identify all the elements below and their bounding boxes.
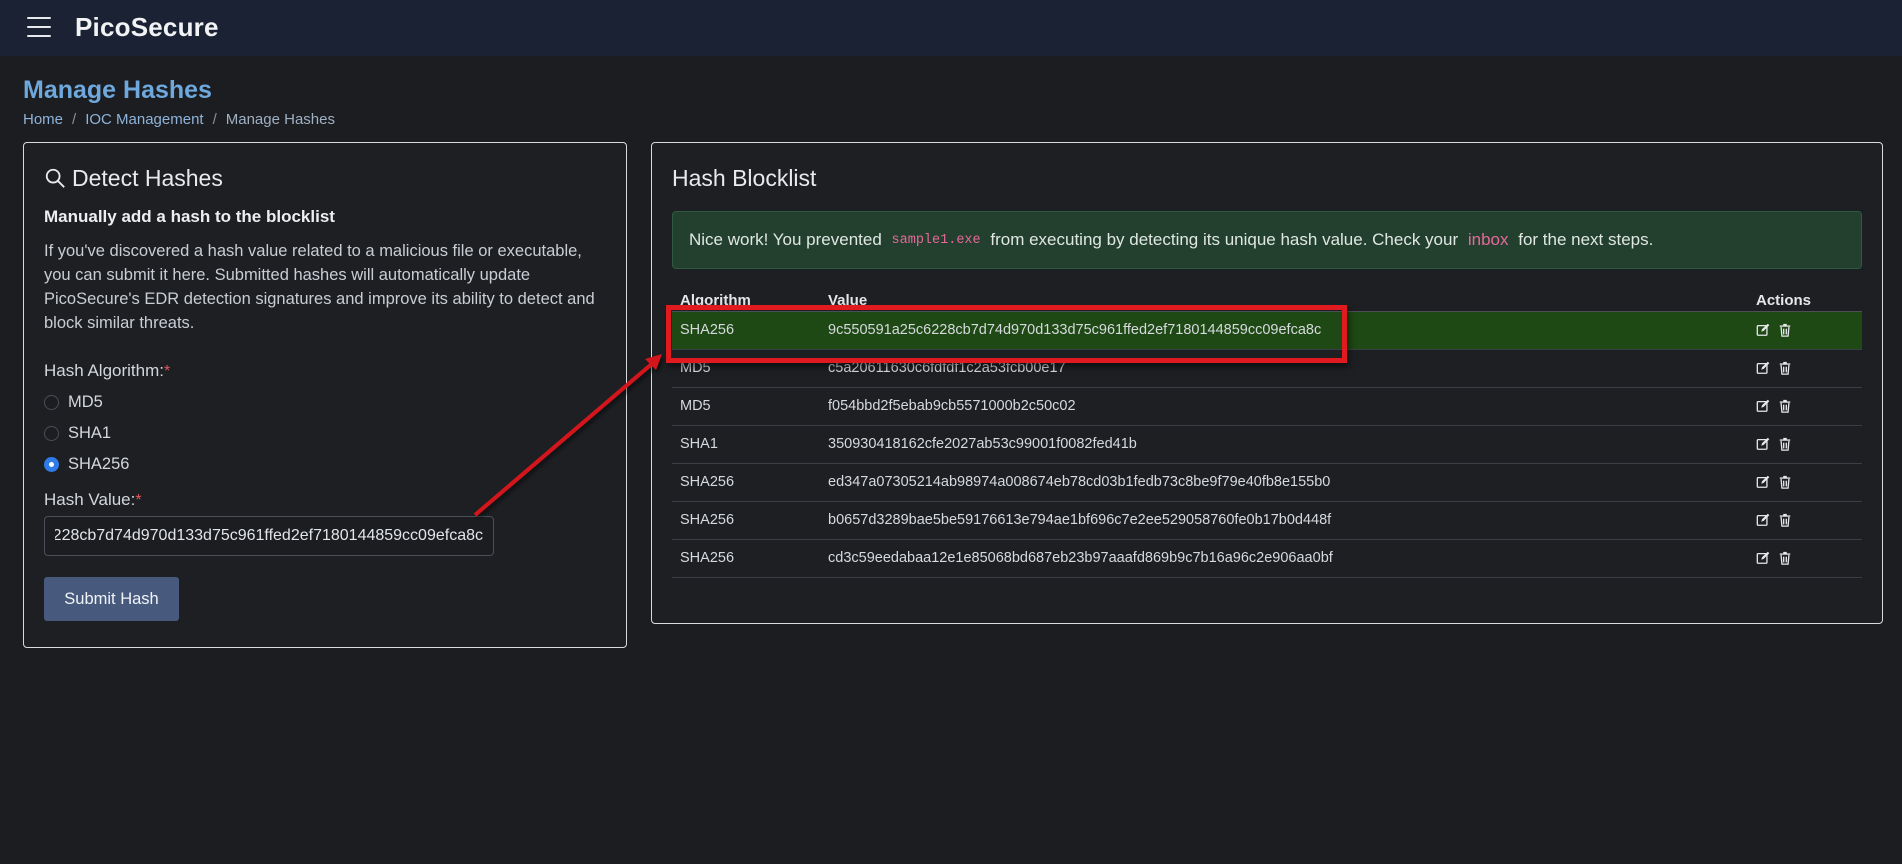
edit-icon[interactable]: [1756, 323, 1770, 337]
edit-icon[interactable]: [1756, 475, 1770, 489]
cell-hash-value: b0657d3289bae5be59176613e794ae1bf696c7e2…: [820, 501, 1748, 540]
table-row: SHA1 350930418162cfe2027ab53c99001f0082fe…: [672, 425, 1862, 464]
alert-filename: sample1.exe: [891, 232, 981, 248]
page-header: Manage Hashes Home / IOC Management / Ma…: [23, 76, 335, 128]
column-header-algorithm: Algorithm: [672, 291, 820, 312]
edit-icon[interactable]: [1756, 513, 1770, 527]
edit-icon[interactable]: [1756, 437, 1770, 451]
trash-icon[interactable]: [1778, 323, 1792, 337]
row-actions: [1756, 437, 1854, 451]
cell-algorithm: SHA256: [672, 539, 820, 578]
breadcrumb-separator: /: [212, 111, 217, 128]
table-header-row: Algorithm Value Actions: [672, 291, 1862, 312]
cell-algorithm: SHA256: [672, 501, 820, 540]
table-row: SHA256 ed347a07305214ab98974a008674eb78cd…: [672, 463, 1862, 502]
trash-icon[interactable]: [1778, 551, 1792, 565]
hamburger-icon[interactable]: [27, 17, 51, 37]
trash-icon[interactable]: [1778, 399, 1792, 413]
hash-value-label: Hash Value:: [44, 490, 136, 509]
trash-icon[interactable]: [1778, 475, 1792, 489]
detect-hashes-heading: Detect Hashes: [44, 163, 606, 193]
breadcrumb-separator: /: [72, 111, 77, 128]
table-row: MD5 c5a20611630c6fdfdf1c2a53fcb00e17: [672, 349, 1862, 388]
radio-md5[interactable]: MD5: [44, 387, 606, 418]
row-actions: [1756, 361, 1854, 375]
row-actions: [1756, 475, 1854, 489]
brand-logo[interactable]: PicoSecure: [75, 12, 219, 43]
cell-hash-value: 9c550591a25c6228cb7d74d970d133d75c961ffe…: [820, 311, 1748, 350]
radio-sha256-label: SHA256: [68, 455, 130, 473]
cell-algorithm: MD5: [672, 387, 820, 426]
trash-icon[interactable]: [1778, 513, 1792, 527]
cell-actions: [1748, 349, 1862, 388]
edit-icon[interactable]: [1756, 551, 1770, 565]
cell-actions: [1748, 387, 1862, 426]
hash-blocklist-card: Hash Blocklist Nice work! You prevented …: [651, 142, 1883, 624]
top-navbar: PicoSecure: [0, 0, 1902, 56]
alert-text-suffix: for the next steps.: [1513, 230, 1654, 249]
cell-actions: [1748, 539, 1862, 578]
hash-value-field: Hash Value:*: [44, 490, 606, 556]
row-actions: [1756, 513, 1854, 527]
table-row: SHA256 b0657d3289bae5be59176613e794ae1bf6…: [672, 501, 1862, 540]
cell-actions: [1748, 501, 1862, 540]
column-header-actions: Actions: [1748, 291, 1862, 312]
required-mark: *: [135, 492, 142, 509]
detect-subtitle: Manually add a hash to the blocklist: [44, 207, 335, 226]
success-alert: Nice work! You prevented sample1.exe fro…: [672, 211, 1862, 269]
cell-actions: [1748, 311, 1862, 350]
search-icon: [45, 168, 65, 188]
breadcrumb-home[interactable]: Home: [23, 111, 63, 128]
inbox-link[interactable]: inbox: [1468, 230, 1509, 250]
hash-blocklist-title: Hash Blocklist: [672, 164, 817, 191]
algorithm-label: Hash Algorithm:: [44, 361, 164, 380]
alert-text-middle: from executing by detecting its unique h…: [985, 230, 1463, 249]
row-actions: [1756, 323, 1854, 337]
page-title: Manage Hashes: [23, 76, 212, 104]
algorithm-radio-group: MD5 SHA1 SHA256: [44, 387, 606, 480]
cell-algorithm: SHA256: [672, 463, 820, 502]
cell-actions: [1748, 425, 1862, 464]
cell-hash-value: f054bbd2f5ebab9cb5571000b2c50c02: [820, 387, 1748, 426]
cell-hash-value: c5a20611630c6fdfdf1c2a53fcb00e17: [820, 349, 1748, 388]
cell-algorithm: SHA256: [672, 311, 820, 350]
hash-table: Algorithm Value Actions SHA256 9c550591a2…: [672, 291, 1862, 578]
radio-md5-label: MD5: [68, 393, 103, 411]
detect-hashes-card: Detect Hashes Manually add a hash to the…: [23, 142, 627, 648]
alert-text-prefix: Nice work! You prevented: [689, 230, 887, 249]
trash-icon[interactable]: [1778, 361, 1792, 375]
edit-icon[interactable]: [1756, 361, 1770, 375]
breadcrumb-current: Manage Hashes: [225, 111, 335, 128]
row-actions: [1756, 551, 1854, 565]
cell-hash-value: cd3c59eedabaa12e1e85068bd687eb23b97aaafd…: [820, 539, 1748, 578]
detect-description: If you've discovered a hash value relate…: [44, 242, 595, 332]
radio-sha1[interactable]: SHA1: [44, 418, 606, 449]
radio-sha1-label: SHA1: [68, 424, 112, 442]
cell-actions: [1748, 463, 1862, 502]
algorithm-field: Hash Algorithm:* MD5 SHA1 SHA256: [44, 361, 606, 480]
radio-button[interactable]: [44, 426, 59, 441]
cell-algorithm: SHA1: [672, 425, 820, 464]
hash-value-input[interactable]: [44, 516, 494, 556]
breadcrumb-ioc-management[interactable]: IOC Management: [85, 111, 203, 128]
radio-sha256[interactable]: SHA256: [44, 449, 606, 480]
table-row: SHA256 cd3c59eedabaa12e1e85068bd687eb23b9…: [672, 539, 1862, 578]
cell-hash-value: 350930418162cfe2027ab53c99001f0082fed41b: [820, 425, 1748, 464]
detect-hashes-title: Detect Hashes: [72, 164, 223, 191]
table-row: MD5 f054bbd2f5ebab9cb5571000b2c50c02: [672, 387, 1862, 426]
trash-icon[interactable]: [1778, 437, 1792, 451]
column-header-value: Value: [820, 291, 1748, 312]
edit-icon[interactable]: [1756, 399, 1770, 413]
radio-button-selected[interactable]: [44, 457, 59, 472]
cell-hash-value: ed347a07305214ab98974a008674eb78cd03b1fe…: [820, 463, 1748, 502]
table-row: SHA256 9c550591a25c6228cb7d74d970d133d75c…: [672, 311, 1862, 350]
radio-button[interactable]: [44, 395, 59, 410]
submit-hash-button[interactable]: Submit Hash: [44, 577, 179, 621]
required-mark: *: [164, 363, 171, 380]
breadcrumb: Home / IOC Management / Manage Hashes: [23, 111, 335, 128]
cell-algorithm: MD5: [672, 349, 820, 388]
row-actions: [1756, 399, 1854, 413]
